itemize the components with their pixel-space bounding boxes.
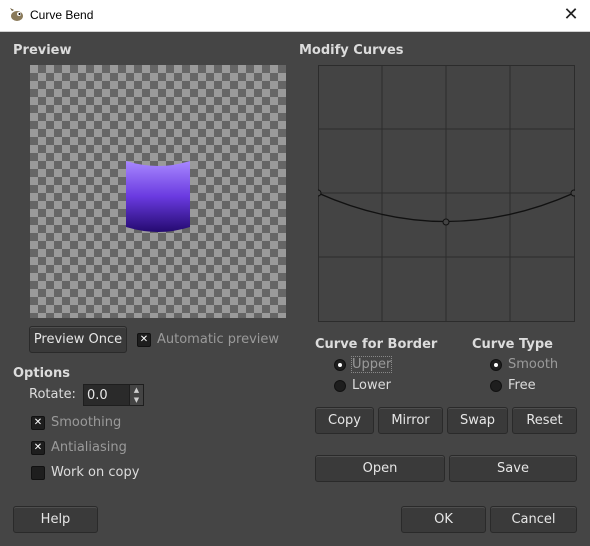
modify-curves-heading: Modify Curves — [299, 43, 404, 58]
smoothing-checkbox[interactable]: ✕ Smoothing — [31, 415, 121, 430]
mirror-button[interactable]: Mirror — [378, 407, 443, 434]
preview-heading: Preview — [13, 43, 72, 58]
work-on-copy-checkbox[interactable]: Work on copy — [31, 465, 139, 480]
automatic-preview-label: Automatic preview — [157, 332, 280, 347]
save-button[interactable]: Save — [449, 455, 577, 482]
check-icon: ✕ — [137, 332, 151, 347]
cancel-button[interactable]: Cancel — [490, 506, 577, 533]
type-smooth-radio[interactable]: Smooth — [490, 357, 558, 372]
radio-icon — [334, 379, 346, 392]
curve-editor[interactable] — [318, 65, 575, 322]
border-lower-label: Lower — [352, 378, 391, 393]
antialiasing-checkbox[interactable]: ✕ Antialiasing — [31, 440, 127, 455]
curve-for-border-heading: Curve for Border — [315, 337, 438, 352]
ok-button[interactable]: OK — [401, 506, 486, 533]
type-free-label: Free — [508, 378, 536, 393]
swap-button[interactable]: Swap — [447, 407, 508, 434]
preview-bent-image — [126, 161, 190, 232]
rotate-input[interactable] — [87, 387, 127, 403]
open-button[interactable]: Open — [315, 455, 445, 482]
antialiasing-label: Antialiasing — [51, 440, 127, 455]
border-lower-radio[interactable]: Lower — [334, 378, 391, 393]
radio-icon — [490, 358, 502, 371]
type-free-radio[interactable]: Free — [490, 378, 536, 393]
curve-point — [318, 189, 322, 197]
automatic-preview-checkbox[interactable]: ✕ Automatic preview — [137, 332, 279, 347]
border-upper-radio[interactable]: Upper — [334, 356, 393, 373]
radio-icon — [334, 358, 346, 371]
reset-button[interactable]: Reset — [512, 407, 577, 434]
copy-button[interactable]: Copy — [315, 407, 374, 434]
smoothing-label: Smoothing — [51, 415, 122, 430]
curve-point — [442, 218, 450, 226]
curve-type-heading: Curve Type — [472, 337, 553, 352]
close-icon[interactable]: ✕ — [558, 3, 584, 27]
title-bar: Curve Bend ✕ — [0, 0, 590, 32]
window-title: Curve Bend — [30, 8, 94, 22]
spin-down-icon[interactable]: ▼ — [129, 395, 143, 405]
preview-canvas — [30, 65, 286, 318]
options-heading: Options — [13, 366, 70, 381]
unchecked-box-icon — [31, 465, 45, 480]
border-upper-label: Upper — [350, 356, 393, 373]
check-icon: ✕ — [31, 440, 45, 455]
rotate-label: Rotate: — [29, 387, 76, 402]
radio-icon — [490, 379, 502, 392]
preview-once-button[interactable]: Preview Once — [29, 326, 127, 353]
gimp-wilber-icon — [10, 8, 23, 21]
rotate-spinner[interactable]: ▲ ▼ — [83, 384, 144, 406]
check-icon: ✕ — [31, 415, 45, 430]
work-on-copy-label: Work on copy — [51, 465, 140, 480]
curve-point — [570, 189, 575, 197]
spin-up-icon[interactable]: ▲ — [129, 385, 143, 395]
help-button[interactable]: Help — [13, 506, 98, 533]
type-smooth-label: Smooth — [508, 357, 559, 372]
